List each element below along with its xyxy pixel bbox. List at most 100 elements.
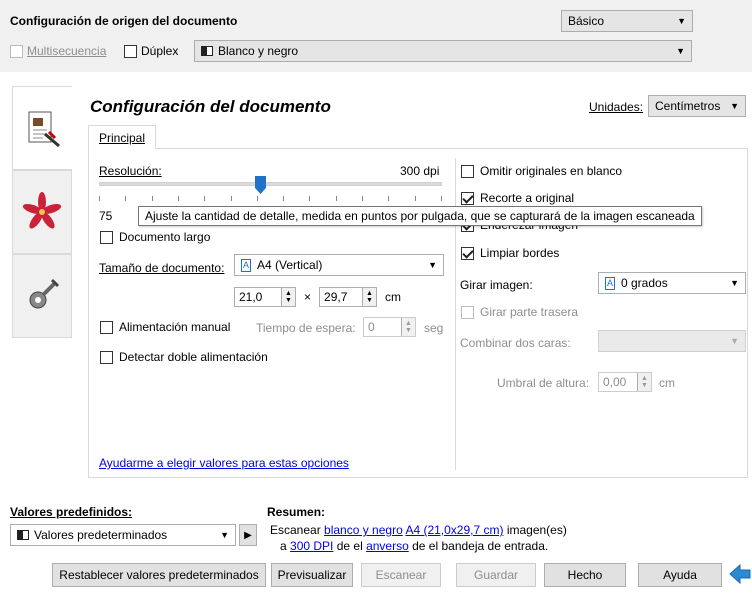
manual-feed-label: Alimentación manual <box>119 320 231 334</box>
page-icon: A <box>241 258 251 272</box>
summary-size-link[interactable]: A4 (21,0x29,7 cm) <box>405 523 503 537</box>
done-label: Hecho <box>567 568 603 582</box>
multisequence-checkbox[interactable]: Multisecuencia <box>10 44 106 58</box>
slider-tick <box>362 196 364 201</box>
threshold-stepper[interactable]: 0,00 ▲ ▼ <box>598 372 652 392</box>
stepper-arrows-icon[interactable]: ▲ ▼ <box>281 288 295 306</box>
settings-sidebar <box>12 86 72 338</box>
summary-line-1: Escanear blanco y negro A4 (21,0x29,7 cm… <box>270 523 567 537</box>
threshold-value: 0,00 <box>603 375 627 389</box>
preview-button[interactable]: Previsualizar <box>271 563 353 587</box>
threshold-unit: cm <box>659 376 675 390</box>
summary-text: imagen(es) <box>503 523 567 537</box>
long-document-box <box>100 230 113 244</box>
slider-tick <box>414 196 416 201</box>
slider-tick <box>256 196 258 201</box>
doc-dimensions: 21,0 ▲ ▼ × 29,7 ▲ ▼ cm <box>234 287 401 307</box>
doc-size-select[interactable]: A A4 (Vertical) ▼ <box>234 254 444 276</box>
skip-blank-checkbox[interactable]: Omitir originales en blanco <box>461 164 622 178</box>
slider-tick <box>388 196 390 201</box>
manual-feed-box <box>100 320 113 334</box>
wait-time-stepper[interactable]: 0 ▲ ▼ <box>363 317 416 337</box>
slider-tick <box>309 196 311 201</box>
scan-button[interactable]: Escanear <box>361 563 441 587</box>
done-button[interactable]: Hecho <box>544 563 626 587</box>
multisequence-box <box>10 44 23 58</box>
mode-select[interactable]: Básico ▼ <box>561 10 693 32</box>
doc-settings-title: Configuración del documento <box>90 97 331 116</box>
stepper-arrows-icon[interactable]: ▲ ▼ <box>637 373 651 391</box>
chevron-down-icon: ▼ <box>730 278 739 288</box>
duplex-label: Dúplex <box>141 44 179 58</box>
wait-time-value: 0 <box>368 320 375 334</box>
back-arrow-icon[interactable] <box>728 562 752 589</box>
slider-tick <box>230 196 232 201</box>
skip-blank-box <box>461 164 474 178</box>
summary-label: Resumen: <box>267 505 326 519</box>
presets-menu-button[interactable]: ▶ <box>239 524 257 546</box>
combine-select[interactable]: ▼ <box>598 330 746 352</box>
rotate-back-checkbox[interactable]: Girar parte trasera <box>461 305 578 319</box>
slider-tick <box>204 196 206 201</box>
resolution-ticks <box>99 196 442 202</box>
chevron-down-icon: ▼ <box>428 260 437 270</box>
save-label: Guardar <box>473 568 519 582</box>
stepper-arrows-icon[interactable]: ▲ ▼ <box>362 288 377 306</box>
summary-color-link[interactable]: blanco y negro <box>324 523 403 537</box>
chevron-down-icon: ▼ <box>220 530 229 540</box>
slider-tick <box>125 196 127 201</box>
tab-principal[interactable]: Principal <box>88 125 156 149</box>
save-button[interactable]: Guardar <box>456 563 536 587</box>
duplex-box <box>124 44 137 58</box>
help-button[interactable]: Ayuda <box>638 563 722 587</box>
manual-feed-checkbox[interactable]: Alimentación manual <box>100 320 230 334</box>
duplex-checkbox[interactable]: Dúplex <box>124 44 178 58</box>
summary-text: a <box>280 539 291 553</box>
chevron-down-icon: ▼ <box>730 101 739 111</box>
scanner-color-icon <box>201 46 213 56</box>
source-settings-title: Configuración de origen del documento <box>10 14 238 28</box>
sidebar-tab-image[interactable] <box>12 170 72 254</box>
reset-defaults-button[interactable]: Restablecer valores predeterminados <box>52 563 266 587</box>
rotate-back-box <box>461 305 474 319</box>
double-feed-label: Detectar doble alimentación <box>119 350 268 364</box>
resolution-slider-track[interactable] <box>99 182 442 186</box>
long-document-checkbox[interactable]: Documento largo <box>100 230 210 244</box>
multisequence-label: Multisecuencia <box>27 44 107 58</box>
resolution-value: 300 dpi <box>400 164 440 178</box>
height-value: 29,7 <box>324 290 348 304</box>
presets-value: Valores predeterminados <box>34 528 168 542</box>
color-mode-select[interactable]: Blanco y negro ▼ <box>194 40 692 62</box>
flower-icon <box>22 192 62 229</box>
double-feed-checkbox[interactable]: Detectar doble alimentación <box>100 350 268 364</box>
scanner-color-icon <box>17 530 29 540</box>
rotate-select[interactable]: A 0 grados ▼ <box>598 272 746 294</box>
summary-side-link[interactable]: anverso <box>366 539 409 553</box>
slider-tick <box>177 196 179 201</box>
chevron-down-icon: ▼ <box>730 336 739 346</box>
slider-tick <box>441 196 442 201</box>
presets-select[interactable]: Valores predeterminados ▼ <box>10 524 236 546</box>
crop-box <box>461 191 474 205</box>
resolution-label: Resolución: <box>99 164 162 178</box>
width-stepper[interactable]: 21,0 ▲ ▼ <box>234 287 296 307</box>
summary-dpi-link[interactable]: 300 DPI <box>290 539 333 553</box>
clean-edges-checkbox[interactable]: Limpiar bordes <box>461 246 559 260</box>
help-choose-link[interactable]: Ayudarme a elegir valores para estas opc… <box>99 456 349 470</box>
height-stepper[interactable]: 29,7 ▲ ▼ <box>319 287 378 307</box>
units-select[interactable]: Centímetros ▼ <box>648 95 746 117</box>
summary-text: de el <box>333 539 367 553</box>
stepper-arrows-icon[interactable]: ▲ ▼ <box>401 318 415 336</box>
sidebar-tab-advanced[interactable] <box>12 254 72 338</box>
resolution-slider-thumb[interactable] <box>255 176 267 194</box>
sidebar-tab-document[interactable] <box>12 86 72 170</box>
crop-checkbox[interactable]: Recorte a original <box>461 191 574 205</box>
skip-blank-label: Omitir originales en blanco <box>480 164 623 178</box>
document-settings-icon <box>28 111 60 148</box>
tab-principal-label: Principal <box>98 130 146 145</box>
threshold-label: Umbral de altura: <box>497 376 590 390</box>
wait-time-label: Tiempo de espera: <box>256 321 356 335</box>
width-value: 21,0 <box>239 290 263 304</box>
wait-time-unit: seg <box>424 321 444 335</box>
slider-tick <box>99 196 100 201</box>
